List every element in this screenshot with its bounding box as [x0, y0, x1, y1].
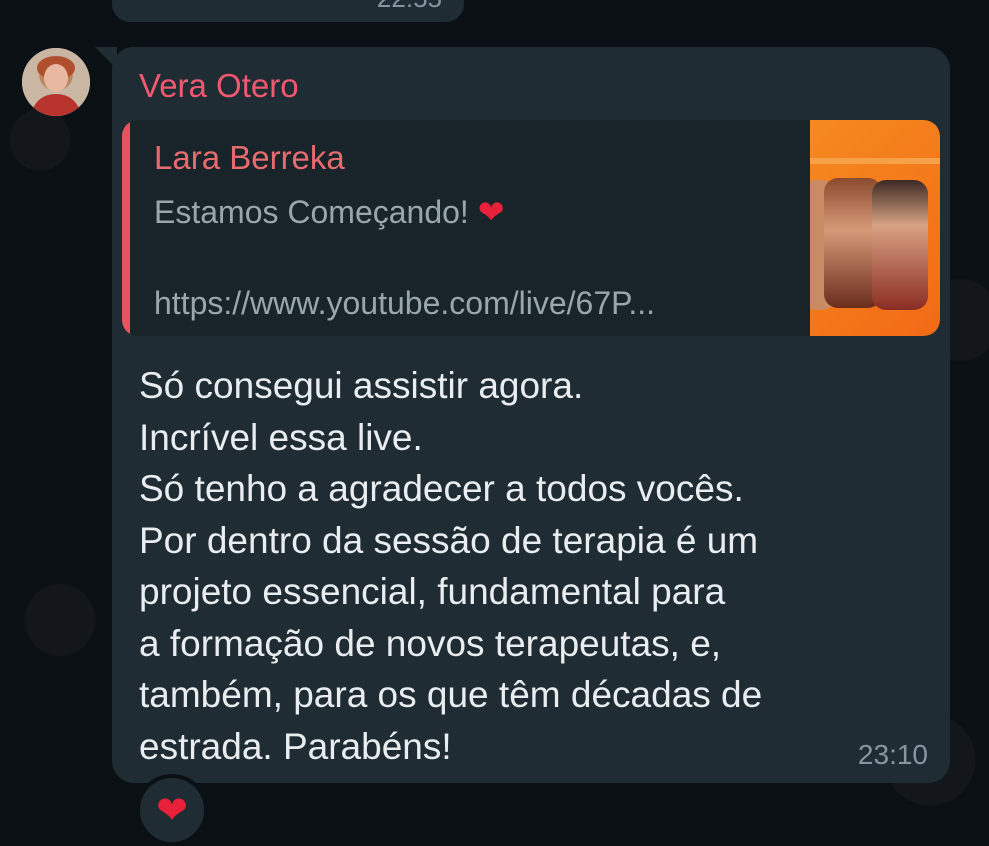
message-time: 23:10: [858, 739, 928, 771]
quote-accent-bar: [122, 120, 130, 336]
sender-name[interactable]: Vera Otero: [139, 67, 299, 105]
message-text: Só consegui assistir agora. Incrível ess…: [139, 360, 929, 772]
sender-avatar[interactable]: [22, 48, 90, 116]
message-bubble[interactable]: Vera Otero Lara Berreka Estamos Começand…: [112, 47, 950, 783]
heart-reaction-icon[interactable]: ❤: [136, 774, 208, 846]
thumbnail-header-bar: [810, 158, 940, 164]
quoted-text: Estamos Começando! ❤: [154, 193, 505, 231]
quoted-link: https://www.youtube.com/live/67P...: [154, 285, 655, 322]
previous-message-bubble[interactable]: 22:55: [112, 0, 464, 22]
avatar-image: [22, 48, 90, 116]
heart-emoji-icon: ❤: [478, 194, 505, 230]
previous-message-time: 22:55: [377, 0, 442, 14]
thumbnail-person-3: [872, 180, 928, 310]
quoted-text-content: Estamos Começando!: [154, 194, 469, 230]
quoted-message[interactable]: Lara Berreka Estamos Começando! ❤ https:…: [122, 120, 940, 336]
video-thumbnail: [810, 120, 940, 336]
quoted-author: Lara Berreka: [154, 139, 345, 177]
